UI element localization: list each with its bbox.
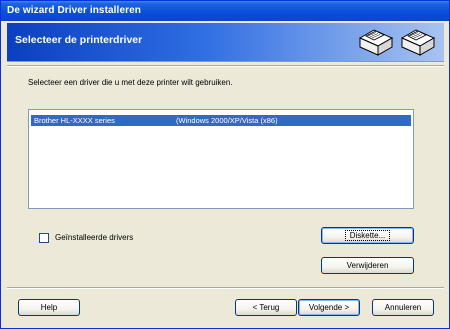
printer-icons (358, 29, 436, 56)
back-button[interactable]: < Terug (235, 299, 297, 316)
diskette-button-label: Diskette... (344, 230, 391, 241)
window-title: De wizard Driver installeren (7, 5, 141, 16)
help-button[interactable]: Help (18, 299, 80, 316)
installed-drivers-checkbox[interactable] (39, 233, 49, 243)
footer-divider (7, 287, 444, 289)
driver-listbox[interactable]: Brother HL-XXXX series (Windows 2000/XP/… (28, 109, 414, 209)
printer-icon (400, 29, 436, 56)
list-item[interactable]: Brother HL-XXXX series (Windows 2000/XP/… (31, 115, 411, 126)
printer-icon (358, 29, 394, 56)
cancel-button[interactable]: Annuleren (372, 299, 434, 316)
header-banner: Selecteer de printerdriver (7, 23, 444, 62)
header-divider (7, 65, 444, 67)
instruction-text: Selecteer een driver die u met deze prin… (28, 78, 233, 87)
page-title: Selecteer de printerdriver (15, 34, 143, 46)
title-bar[interactable]: De wizard Driver installeren (1, 1, 449, 21)
wizard-window: De wizard Driver installeren Selecteer d… (0, 0, 450, 329)
driver-name: Brother HL-XXXX series (34, 116, 115, 125)
diskette-button[interactable]: Diskette... (321, 227, 414, 244)
remove-button[interactable]: Verwijderen (321, 257, 414, 274)
driver-platform: (Windows 2000/XP/Vista (x86) (176, 116, 278, 125)
installed-drivers-label: Geïnstalleerde drivers (55, 233, 134, 242)
next-button[interactable]: Volgende > (298, 299, 360, 316)
